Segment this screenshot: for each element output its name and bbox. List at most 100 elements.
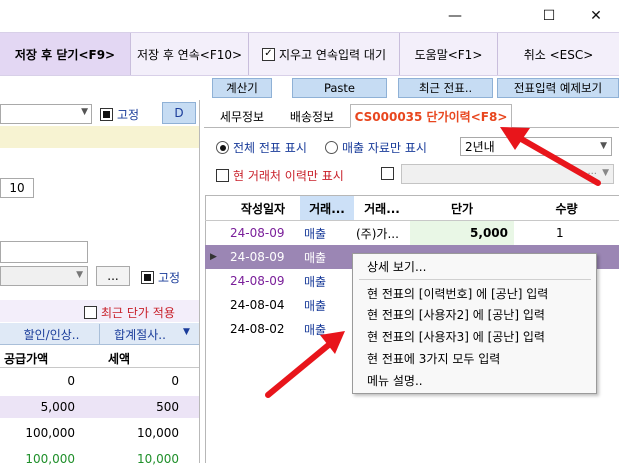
qty-cell: 1: [556, 226, 564, 240]
current-client-label: 현 거래처 이력만 표시: [233, 169, 344, 183]
paste-button[interactable]: Paste: [292, 78, 387, 98]
col-tax: 세액: [108, 352, 131, 366]
left-row[interactable]: 100,000 10,000: [0, 422, 199, 444]
ellipsis-icon: ...: [587, 166, 597, 177]
clear-continue-checkbox[interactable]: ✓: [262, 47, 275, 61]
type-cell: 매출: [304, 250, 327, 265]
tab-discount[interactable]: 할인/인상..: [4, 324, 100, 344]
col-date[interactable]: 작성일자: [226, 196, 300, 220]
type-cell: 매출: [304, 322, 327, 337]
fixed-toggle-2[interactable]: 고정: [141, 269, 180, 286]
chevron-down-icon: ▼: [81, 107, 88, 117]
clear-continue-label: 지우고 연속입력 대기: [279, 47, 386, 62]
col-qty[interactable]: 수량: [514, 196, 619, 220]
client-select[interactable]: ... ▼: [401, 164, 614, 184]
date-cell: 24-08-09: [230, 250, 285, 264]
dropdown-field[interactable]: ▼: [0, 266, 88, 286]
price-cell: 5,000: [410, 221, 514, 245]
menu-item-history-no[interactable]: 현 전표의 [이력번호] 에 [공난] 입력: [367, 283, 548, 303]
date-cell: 24-08-09: [230, 226, 285, 240]
chevron-down-icon[interactable]: ▼: [183, 327, 190, 337]
fixed-label-2: 고정: [158, 271, 181, 285]
title-bar: — ☐ ✕: [0, 0, 619, 32]
fixed-checkbox-2[interactable]: [141, 271, 154, 284]
tax-cell: 500: [156, 400, 179, 414]
main-toolbar: 저장 후 닫기<F9> 저장 후 연속<F10> ✓ 지우고 연속입력 대기 도…: [0, 32, 619, 76]
supply-cell: 100,000: [25, 426, 75, 440]
slip-preview-button[interactable]: 전표입력 예제보기: [497, 78, 619, 98]
date-cell: 24-08-09: [230, 274, 285, 288]
period-value: 2년내: [465, 140, 495, 154]
fixed-checkbox[interactable]: [100, 108, 113, 121]
radio-sales-only[interactable]: 매출 자료만 표시: [325, 139, 427, 156]
chevron-down-icon: ▼: [600, 141, 607, 151]
radio-sales-label: 매출 자료만 표시: [342, 141, 427, 155]
radio-all-slips[interactable]: 전체 전표 표시: [216, 139, 307, 156]
date-cell: 24-08-04: [230, 298, 285, 312]
supply-cell: 5,000: [40, 400, 75, 414]
fixed-toggle[interactable]: 고정: [100, 106, 139, 123]
context-menu: 상세 보기... 현 전표의 [이력번호] 에 [공난] 입력 현 전표의 [사…: [352, 253, 597, 394]
recent-slip-button[interactable]: 최근 전표..: [398, 78, 493, 98]
row-pointer-icon: ▶: [210, 252, 217, 262]
help-button[interactable]: 도움말<F1>: [400, 33, 498, 75]
maximize-icon[interactable]: ☐: [526, 0, 572, 32]
chevron-down-icon: ▼: [602, 168, 609, 178]
tab-rounding[interactable]: 합계절사..: [100, 324, 180, 344]
type-cell: 매출: [304, 298, 327, 313]
fixed-label: 고정: [117, 108, 140, 122]
top-select[interactable]: ▼: [0, 104, 92, 124]
supply-cell: 100,000: [25, 452, 75, 466]
calculator-button[interactable]: 계산기: [212, 78, 272, 98]
radio-all-label: 전체 전표 표시: [233, 141, 307, 155]
client-cell: (주)가...: [356, 226, 399, 241]
tab-shipping-info[interactable]: 배송정보: [278, 104, 346, 128]
ellipsis-button[interactable]: ...: [96, 266, 130, 286]
highlight-band: [0, 126, 199, 148]
menu-item-user2[interactable]: 현 전표의 [사용자2] 에 [공난] 입력: [367, 304, 545, 324]
d-button[interactable]: D: [162, 102, 196, 124]
current-client-checkbox[interactable]: [216, 169, 229, 182]
period-select[interactable]: 2년내 ▼: [460, 137, 612, 156]
menu-item-all-three[interactable]: 현 전표에 3가지 모두 입력: [367, 348, 500, 368]
type-cell: 매출: [304, 226, 327, 241]
recent-price-checkbox[interactable]: [84, 306, 97, 319]
history-row[interactable]: 24-08-09 매출 (주)가... 5,000 1: [206, 221, 619, 245]
recent-price-row: 최근 단가 적용: [0, 300, 199, 322]
save-close-button[interactable]: 저장 후 닫기<F9>: [0, 33, 131, 75]
current-client-only[interactable]: 현 거래처 이력만 표시: [216, 167, 344, 184]
close-icon[interactable]: ✕: [573, 0, 619, 32]
clear-continue-button[interactable]: ✓ 지우고 연속입력 대기: [249, 33, 400, 75]
menu-item-user3[interactable]: 현 전표의 [사용자3] 에 [공난] 입력: [367, 326, 545, 346]
tax-cell: 0: [171, 374, 179, 388]
col-client[interactable]: 거래...: [354, 196, 410, 220]
extra-checkbox[interactable]: [381, 167, 398, 183]
menu-item-detail[interactable]: 상세 보기...: [367, 256, 426, 276]
left-tab-row: 할인/인상.. 합계절사.. ▼: [0, 323, 199, 345]
type-cell: 매출: [304, 274, 327, 289]
radio-sales-circle[interactable]: [325, 141, 338, 154]
col-price[interactable]: 단가: [410, 196, 514, 220]
tab-tax-info[interactable]: 세무정보: [210, 104, 274, 128]
left-row[interactable]: 100,000 10,000: [0, 448, 199, 470]
left-row[interactable]: 0 0: [0, 370, 199, 392]
date-cell: 24-08-02: [230, 322, 285, 336]
save-continue-button[interactable]: 저장 후 연속<F10>: [131, 33, 249, 75]
col-supply: 공급가액: [4, 352, 49, 366]
minimize-icon[interactable]: —: [432, 0, 478, 32]
left-grid-header: 공급가액 세액: [0, 346, 199, 368]
tab-price-history[interactable]: CS000035 단가이력<F8>: [350, 104, 512, 128]
left-panel: ▼ 고정 D 10 ▼ ... 고정 최근 단가 적용 할인/인상.. 합계절사…: [0, 100, 200, 466]
menu-item-help[interactable]: 메뉴 설명..: [367, 370, 423, 390]
recent-price-toggle[interactable]: 최근 단가 적용: [84, 304, 175, 321]
radio-all-circle[interactable]: [216, 141, 229, 154]
number-field[interactable]: 10: [0, 178, 34, 198]
text-field[interactable]: [0, 241, 88, 263]
left-row[interactable]: 5,000 500: [0, 396, 199, 418]
recent-price-label: 최근 단가 적용: [101, 306, 175, 320]
col-trade-type[interactable]: 거래...: [300, 196, 354, 220]
tax-cell: 10,000: [137, 426, 179, 440]
cancel-button[interactable]: 취소 <ESC>: [498, 33, 619, 75]
chevron-down-icon: ▼: [76, 270, 83, 280]
menu-separator: [359, 279, 591, 280]
